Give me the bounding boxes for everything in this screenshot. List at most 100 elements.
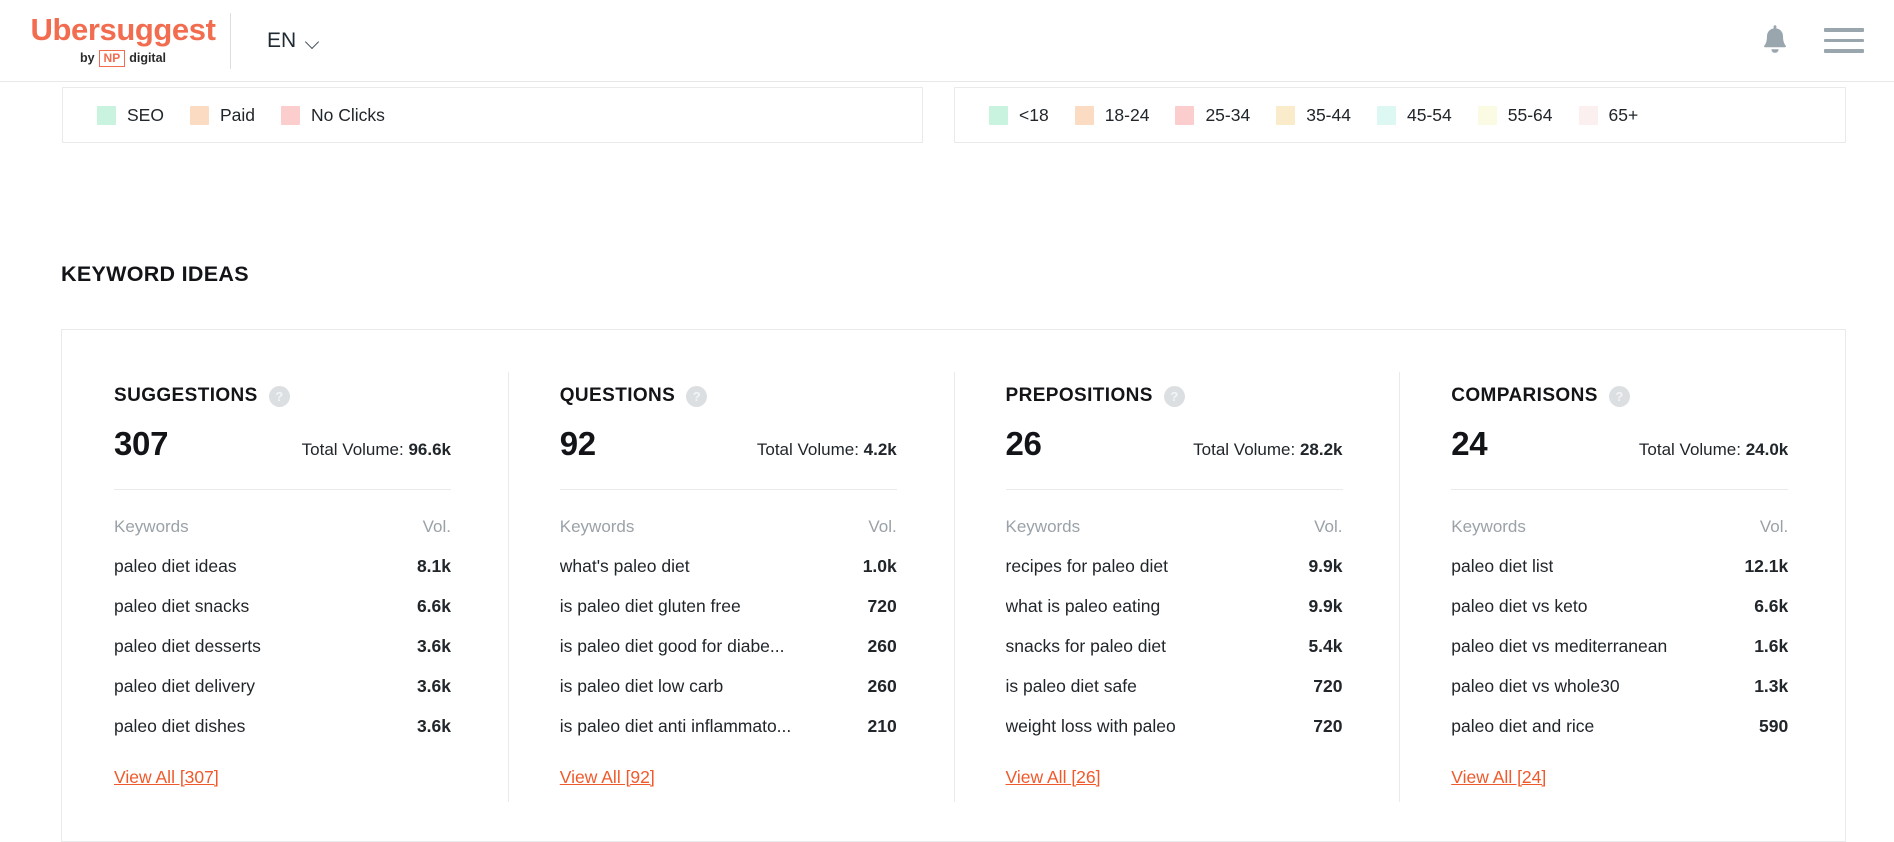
keyword-name: snacks for paleo diet	[1006, 636, 1167, 657]
keyword-ideas-column: QUESTIONS?92Total Volume: 4.2kKeywordsVo…	[508, 330, 954, 841]
keyword-count: 307	[114, 425, 168, 463]
table-row[interactable]: paleo diet ideas8.1k	[114, 556, 451, 577]
column-header-keywords: Keywords	[560, 517, 635, 537]
keyword-name: paleo diet snacks	[114, 596, 249, 617]
table-row[interactable]: paleo diet delivery3.6k	[114, 676, 451, 697]
age-legend-swatch-icon	[1075, 106, 1094, 125]
keyword-volume: 590	[1747, 716, 1788, 737]
clicks-legend-swatch-icon	[281, 106, 300, 125]
table-row[interactable]: paleo diet desserts3.6k	[114, 636, 451, 657]
view-all-link[interactable]: View All [26]	[1006, 767, 1101, 788]
clicks-legend-item[interactable]: SEO	[97, 105, 164, 126]
bell-icon[interactable]	[1760, 24, 1790, 58]
keyword-name: weight loss with paleo	[1006, 716, 1176, 737]
table-row[interactable]: recipes for paleo diet9.9k	[1006, 556, 1343, 577]
age-legend-label: 35-44	[1306, 105, 1351, 126]
keyword-volume: 9.9k	[1296, 596, 1342, 617]
table-row[interactable]: paleo diet snacks6.6k	[114, 596, 451, 617]
total-volume-value: 96.6k	[408, 440, 451, 459]
help-icon[interactable]: ?	[269, 386, 290, 407]
total-volume: Total Volume: 24.0k	[1639, 440, 1788, 460]
table-row[interactable]: is paleo diet low carb260	[560, 676, 897, 697]
age-legend-item[interactable]: <18	[989, 105, 1049, 126]
table-row[interactable]: weight loss with paleo 720	[1006, 716, 1343, 737]
keyword-ideas-column: SUGGESTIONS?307Total Volume: 96.6kKeywor…	[62, 330, 508, 841]
column-inner: QUESTIONS?92Total Volume: 4.2kKeywordsVo…	[560, 385, 897, 788]
clicks-legend-item[interactable]: No Clicks	[281, 105, 385, 126]
table-row[interactable]: paleo diet vs mediterranean1.6k	[1451, 636, 1788, 657]
age-legend-item[interactable]: 35-44	[1276, 105, 1351, 126]
top-header-bar: Ubersuggest by NP digital EN	[0, 0, 1894, 82]
age-legend-label: 18-24	[1105, 105, 1150, 126]
table-row[interactable]: snacks for paleo diet5.4k	[1006, 636, 1343, 657]
age-legend-item[interactable]: 25-34	[1175, 105, 1250, 126]
keyword-volume: 3.6k	[405, 636, 451, 657]
column-stats: 24Total Volume: 24.0k	[1451, 425, 1788, 463]
total-volume-label: Total Volume:	[302, 440, 409, 459]
table-row[interactable]: is paleo diet safe720	[1006, 676, 1343, 697]
keyword-name: paleo diet vs mediterranean	[1451, 636, 1667, 657]
view-all-link[interactable]: View All [24]	[1451, 767, 1546, 788]
column-header-keywords: Keywords	[114, 517, 189, 537]
view-all-link[interactable]: View All [307]	[114, 767, 219, 788]
keyword-name: paleo diet and rice	[1451, 716, 1594, 737]
total-volume-label: Total Volume:	[1193, 440, 1300, 459]
column-stats: 26Total Volume: 28.2k	[1006, 425, 1343, 463]
column-header-keywords: Keywords	[1006, 517, 1081, 537]
keyword-name: paleo diet dishes	[114, 716, 245, 737]
help-icon[interactable]: ?	[1164, 386, 1185, 407]
table-header: KeywordsVol.	[1451, 517, 1788, 537]
keyword-name: what is paleo eating	[1006, 596, 1161, 617]
age-legend-label: 25-34	[1205, 105, 1250, 126]
clicks-legend-label: No Clicks	[311, 105, 385, 126]
table-header: KeywordsVol.	[114, 517, 451, 537]
legend-row: SEO Paid No Clicks <18 18-24 25-34 35-44 45-54…	[62, 87, 1846, 143]
total-volume: Total Volume: 28.2k	[1193, 440, 1342, 460]
column-inner: SUGGESTIONS?307Total Volume: 96.6kKeywor…	[114, 385, 451, 788]
age-legend-swatch-icon	[1579, 106, 1598, 125]
age-legend-item[interactable]: 45-54	[1377, 105, 1452, 126]
table-row[interactable]: paleo diet vs whole301.3k	[1451, 676, 1788, 697]
table-row[interactable]: paleo diet dishes3.6k	[114, 716, 451, 737]
age-legend-item[interactable]: 65+	[1579, 105, 1639, 126]
total-volume-value: 4.2k	[864, 440, 897, 459]
keyword-volume: 3.6k	[405, 676, 451, 697]
table-row[interactable]: what is paleo eating 9.9k	[1006, 596, 1343, 617]
table-row[interactable]: what's paleo diet1.0k	[560, 556, 897, 577]
keyword-name: is paleo diet anti inflammato...	[560, 716, 792, 737]
table-header: KeywordsVol.	[1006, 517, 1343, 537]
table-row[interactable]: paleo diet vs keto6.6k	[1451, 596, 1788, 617]
divider	[114, 489, 451, 490]
age-legend-item[interactable]: 55-64	[1478, 105, 1553, 126]
keyword-name: is paleo diet safe	[1006, 676, 1137, 697]
keyword-name: what's paleo diet	[560, 556, 690, 577]
brand-name: Ubersuggest	[30, 14, 215, 47]
header-divider	[230, 13, 231, 69]
keyword-ideas-column: PREPOSITIONS?26Total Volume: 28.2kKeywor…	[954, 330, 1400, 841]
help-icon[interactable]: ?	[1609, 386, 1630, 407]
table-row[interactable]: paleo diet list12.1k	[1451, 556, 1788, 577]
view-all-link[interactable]: View All [92]	[560, 767, 655, 788]
column-title: QUESTIONS	[560, 385, 676, 407]
brand-np-badge: NP	[99, 50, 126, 67]
hamburger-menu-icon[interactable]	[1824, 28, 1864, 53]
table-row[interactable]: is paleo diet gluten free720	[560, 596, 897, 617]
column-header-volume: Vol.	[868, 517, 896, 537]
brand-logo[interactable]: Ubersuggest by NP digital	[0, 14, 228, 67]
table-row[interactable]: is paleo diet anti inflammato...210	[560, 716, 897, 737]
clicks-legend-label: SEO	[127, 105, 164, 126]
help-icon[interactable]: ?	[686, 386, 707, 407]
divider	[560, 489, 897, 490]
clicks-legend-item[interactable]: Paid	[190, 105, 255, 126]
table-row[interactable]: paleo diet and rice 590	[1451, 716, 1788, 737]
table-row[interactable]: is paleo diet good for diabe...260	[560, 636, 897, 657]
age-legend-swatch-icon	[1377, 106, 1396, 125]
keyword-volume: 720	[1301, 716, 1342, 737]
age-legend-item[interactable]: 18-24	[1075, 105, 1150, 126]
brand-by-text: by	[80, 51, 95, 65]
keyword-volume: 260	[856, 676, 897, 697]
language-selector[interactable]: EN	[267, 29, 320, 53]
keyword-name: paleo diet list	[1451, 556, 1553, 577]
column-header: QUESTIONS?	[560, 385, 897, 407]
keyword-name: is paleo diet good for diabe...	[560, 636, 785, 657]
